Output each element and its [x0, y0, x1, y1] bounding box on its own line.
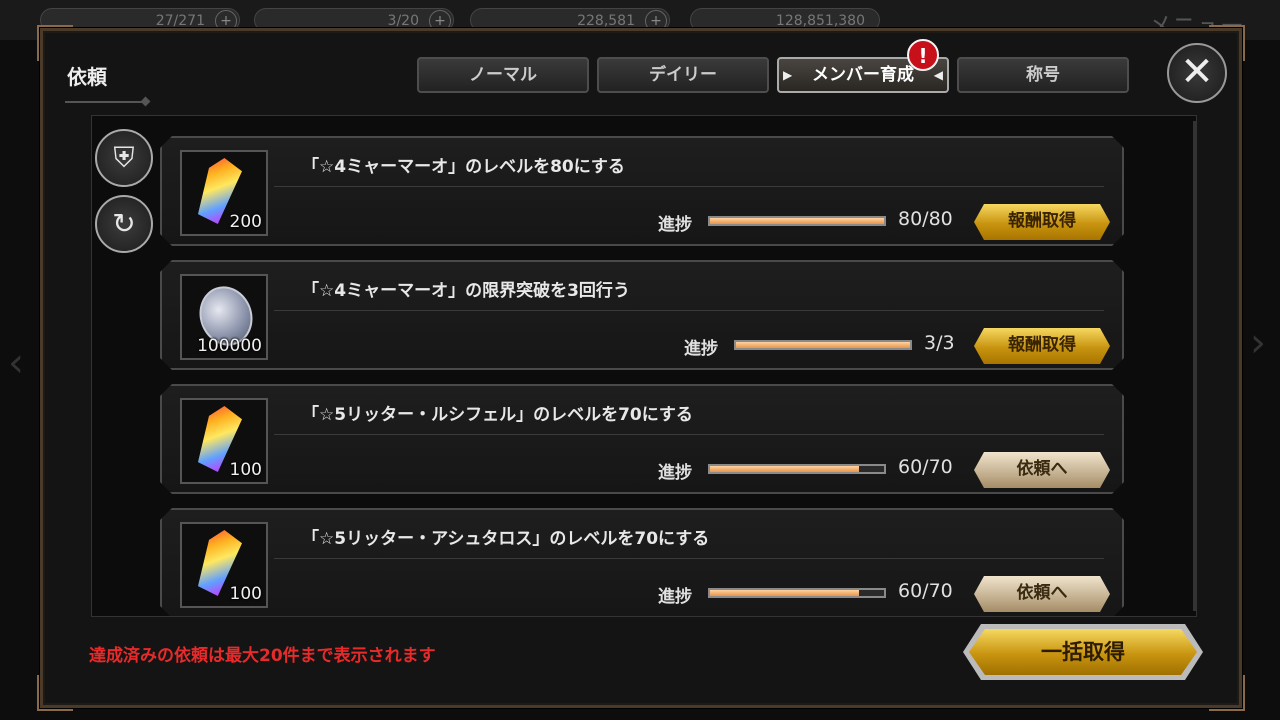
tab-label: ノーマル: [469, 65, 537, 85]
reward-slot: 100000: [180, 274, 268, 360]
tab-arrow-left-icon: ▶: [783, 68, 793, 82]
progress-fill: [710, 218, 884, 224]
progress-bar: [734, 340, 912, 350]
tab-title[interactable]: 称号: [957, 57, 1129, 93]
bp-value: 3/20: [387, 13, 419, 29]
quest-title: 「☆4ミャーマーオ」のレベルを80にする: [302, 157, 625, 177]
claim-reward-button[interactable]: 報酬取得: [974, 328, 1110, 364]
close-button[interactable]: ✕: [1167, 43, 1227, 103]
progress-bar: [708, 464, 886, 474]
refresh-icon[interactable]: ↻: [95, 195, 153, 253]
scrollbar[interactable]: [1193, 121, 1197, 611]
reward-quantity: 100: [229, 584, 262, 604]
quest-list[interactable]: 200 「☆4ミャーマーオ」のレベルを80にする 進捗 80/80 報酬取得 1…: [91, 115, 1197, 617]
progress-value: 60/70: [898, 580, 953, 602]
tab-normal[interactable]: ノーマル: [417, 57, 589, 93]
progress-bar: [708, 216, 886, 226]
quest-card: 100 「☆5リッター・ルシフェル」のレベルを70にする 進捗 60/70 依頼…: [160, 384, 1124, 494]
frame-corner: [37, 675, 73, 711]
claim-reward-button[interactable]: 報酬取得: [974, 204, 1110, 240]
quest-modal: 依頼 ノーマル デイリー ▶ メンバー育成 ◀ 称号 ! ✕ 200 「☆4ミャ…: [37, 25, 1245, 711]
progress-label: 進捗: [658, 463, 692, 483]
frame-corner: [37, 25, 73, 61]
tab-daily[interactable]: デイリー: [597, 57, 769, 93]
reward-slot: 100: [180, 522, 268, 608]
progress-value: 60/70: [898, 456, 953, 478]
progress-value: 80/80: [898, 208, 953, 230]
tab-label: デイリー: [649, 65, 717, 85]
divider: [274, 434, 1104, 435]
right-chevron-icon: ›: [1250, 320, 1266, 366]
bulk-claim-button[interactable]: 一括取得: [969, 629, 1197, 675]
coin-value: 128,851,380: [775, 13, 865, 29]
footer-note: 達成済みの依頼は最大20件まで表示されます: [89, 646, 436, 666]
progress-fill: [710, 466, 859, 472]
frame-corner: [1209, 675, 1245, 711]
go-to-quest-button[interactable]: 依頼へ: [974, 452, 1110, 488]
progress-label: 進捗: [658, 215, 692, 235]
reward-quantity: 100000: [197, 336, 262, 356]
divider: [274, 310, 1104, 311]
quest-card: 100000 「☆4ミャーマーオ」の限界突破を3回行う 進捗 3/3 報酬取得: [160, 260, 1124, 370]
quest-title: 「☆5リッター・アシュタロス」のレベルを70にする: [302, 529, 710, 549]
divider: [274, 186, 1104, 187]
ap-value: 27/271: [155, 13, 205, 29]
progress-bar: [708, 588, 886, 598]
divider: [274, 558, 1104, 559]
go-to-quest-button[interactable]: 依頼へ: [974, 576, 1110, 612]
reward-slot: 200: [180, 150, 268, 236]
progress-fill: [736, 342, 910, 348]
progress-value: 3/3: [924, 332, 955, 354]
quest-title: 「☆5リッター・ルシフェル」のレベルを70にする: [302, 405, 693, 425]
quest-card: 100 「☆5リッター・アシュタロス」のレベルを70にする 進捗 60/70 依…: [160, 508, 1124, 617]
tab-label: メンバー育成: [812, 65, 914, 85]
reward-quantity: 200: [229, 212, 262, 232]
reward-quantity: 100: [229, 460, 262, 480]
progress-fill: [710, 590, 859, 596]
alert-badge-icon: !: [907, 39, 939, 71]
left-chevron-icon: ‹: [8, 340, 24, 386]
stone-value: 228,581: [577, 13, 635, 29]
knight-helmet-icon[interactable]: ⛨: [95, 129, 153, 187]
quest-card: 200 「☆4ミャーマーオ」のレベルを80にする 進捗 80/80 報酬取得: [160, 136, 1124, 246]
progress-label: 進捗: [658, 587, 692, 607]
tab-label: 称号: [1026, 65, 1060, 85]
quest-title: 「☆4ミャーマーオ」の限界突破を3回行う: [302, 281, 630, 301]
reward-slot: 100: [180, 398, 268, 484]
title-ornament: [65, 101, 145, 103]
modal-title: 依頼: [67, 65, 107, 89]
progress-label: 進捗: [684, 339, 718, 359]
